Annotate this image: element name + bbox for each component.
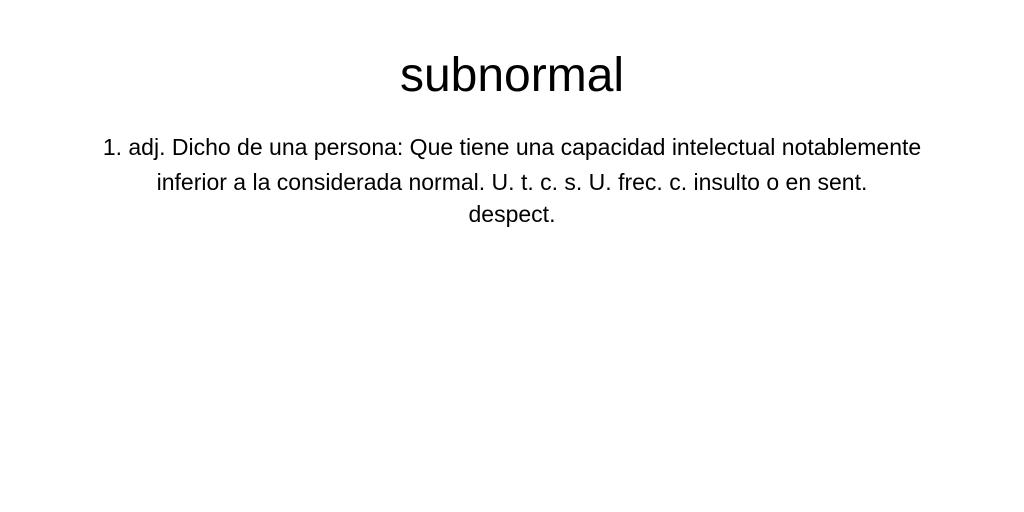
definition-card: subnormal 1. adj. Dicho de una persona: … — [0, 0, 1024, 512]
entry-term: subnormal — [399, 49, 625, 102]
entry-definition: 1. adj. Dicho de una persona: Que tiene … — [47, 130, 977, 232]
definition-line-3: despect. — [468, 201, 556, 227]
definition-line-2: inferior a la considerada normal. U. t. … — [156, 169, 868, 195]
definition-line-1: 1. adj. Dicho de una persona: Que tiene … — [102, 134, 922, 160]
